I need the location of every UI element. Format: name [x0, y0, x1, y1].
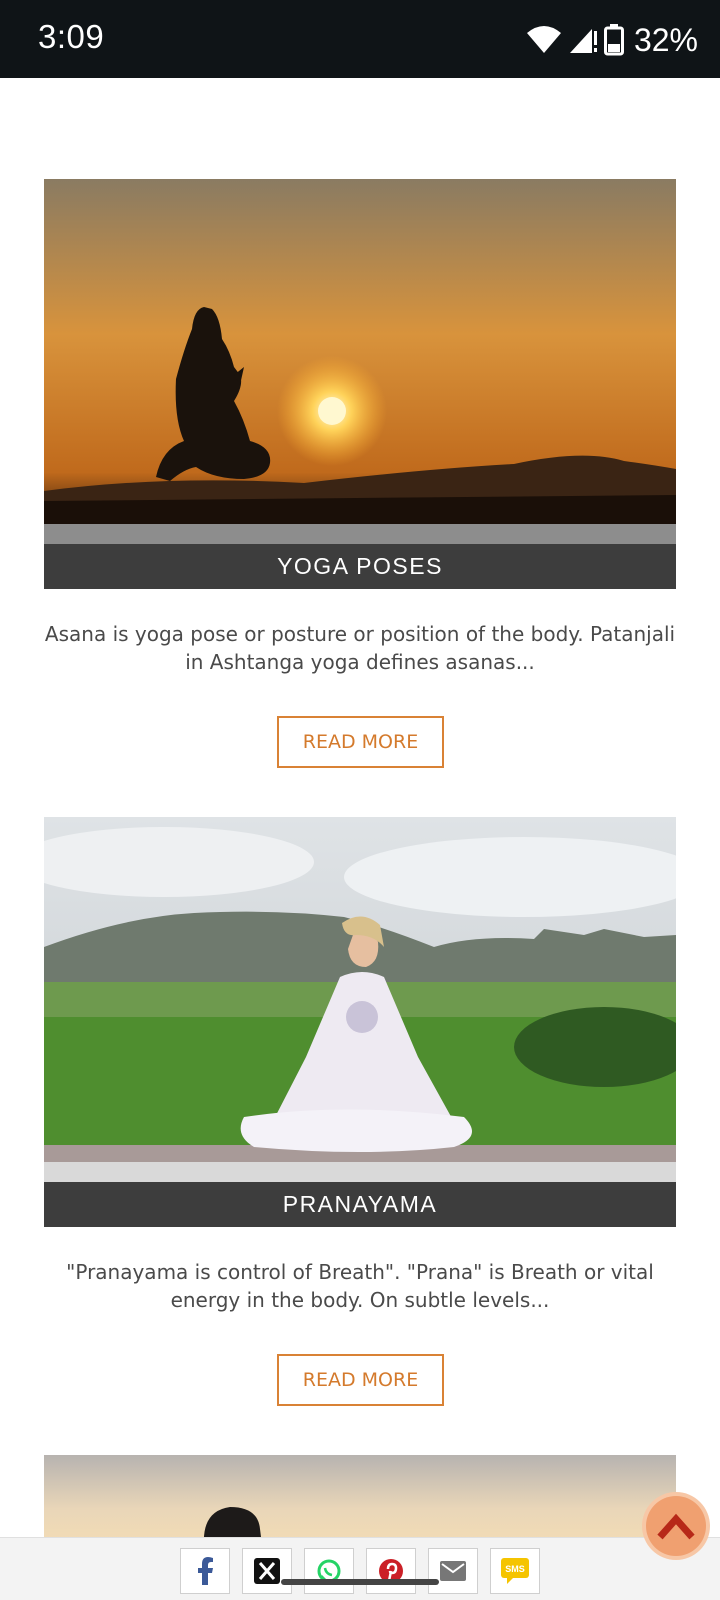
- share-sms-button[interactable]: SMS: [490, 1548, 540, 1594]
- wifi-icon: [526, 26, 561, 53]
- card-image-strip: [44, 1162, 676, 1182]
- x-icon: [254, 1558, 280, 1584]
- share-bar: SMS: [0, 1537, 720, 1600]
- email-icon: [440, 1561, 466, 1581]
- share-email-button[interactable]: [428, 1548, 478, 1594]
- chevron-up-icon: [657, 1513, 695, 1540]
- read-more-button[interactable]: READ MORE: [277, 716, 444, 768]
- article-card-partial: [44, 1455, 676, 1545]
- card-description: Asana is yoga pose or posture or positio…: [44, 622, 676, 674]
- signal-icon: [569, 29, 597, 53]
- home-gesture-bar[interactable]: [281, 1579, 439, 1585]
- pranayama-image: [44, 817, 676, 1162]
- scroll-to-top-button[interactable]: [646, 1496, 706, 1556]
- card-image-strip: [44, 524, 676, 544]
- partial-card-image: [44, 1455, 676, 1545]
- sms-label: SMS: [505, 1564, 525, 1574]
- card-title[interactable]: YOGA POSES: [44, 544, 676, 589]
- article-card-yoga-poses: YOGA POSES: [44, 179, 676, 589]
- article-card-pranayama: PRANAYAMA: [44, 817, 676, 1227]
- share-whatsapp-button[interactable]: [304, 1548, 354, 1594]
- battery-percent: 32%: [633, 21, 698, 58]
- share-x-button[interactable]: [242, 1548, 292, 1594]
- sms-icon: SMS: [501, 1558, 529, 1584]
- card-description: "Pranayama is control of Breath". "Prana…: [66, 1260, 654, 1312]
- share-pinterest-button[interactable]: [366, 1548, 416, 1594]
- status-icons: 32%: [526, 20, 698, 60]
- share-facebook-button[interactable]: [180, 1548, 230, 1594]
- battery-icon: [603, 24, 624, 56]
- yoga-poses-image: [44, 179, 676, 524]
- facebook-icon: [198, 1557, 213, 1585]
- card-media[interactable]: PRANAYAMA: [44, 817, 676, 1227]
- card-media[interactable]: YOGA POSES: [44, 179, 676, 589]
- card-title[interactable]: PRANAYAMA: [44, 1182, 676, 1227]
- read-more-button[interactable]: READ MORE: [277, 1354, 444, 1406]
- status-bar: 3:09 32%: [0, 0, 720, 78]
- status-time: 3:09: [38, 18, 105, 55]
